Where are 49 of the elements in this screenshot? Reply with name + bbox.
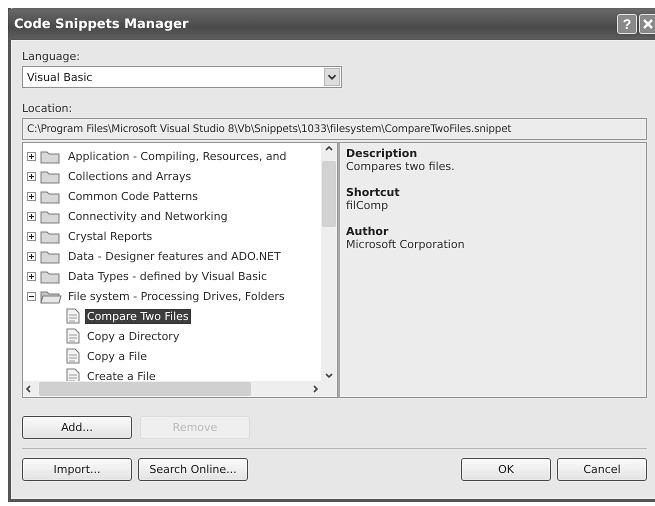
tree-item[interactable]: Copy a File bbox=[85, 348, 150, 364]
field-label: Location: bbox=[22, 102, 74, 115]
language-dropdown[interactable]: Visual Basic bbox=[22, 66, 342, 88]
folder-icon bbox=[40, 168, 62, 184]
window-title: Code Snippets Manager bbox=[14, 16, 190, 32]
dialog-button[interactable]: Import... bbox=[22, 458, 132, 481]
tree-item[interactable]: Copy a Directory bbox=[85, 328, 182, 344]
document-icon bbox=[66, 348, 80, 364]
dialog-button[interactable]: Add... bbox=[22, 416, 132, 439]
close-icon bbox=[642, 18, 654, 30]
close-button[interactable] bbox=[639, 14, 655, 34]
tree-item[interactable]: Create a File bbox=[85, 368, 158, 381]
detail-value: filComp bbox=[346, 199, 390, 212]
folder-icon bbox=[40, 188, 62, 204]
location-field[interactable]: C:\Program Files\Microsoft Visual Studio 8\Vb\Snippets\1033\filesystem\CompareTwoFiles.snippet bbox=[22, 118, 647, 140]
tree-item[interactable]: File system - Processing Drives, Folders bbox=[66, 288, 287, 304]
detail-heading: Description bbox=[346, 147, 418, 160]
detail-value: Compares two files. bbox=[346, 160, 456, 173]
field-label: Language: bbox=[22, 50, 81, 63]
document-icon bbox=[66, 308, 80, 324]
dialog-button[interactable]: Search Online... bbox=[138, 458, 248, 481]
folder-icon bbox=[40, 248, 62, 264]
folder-icon bbox=[40, 208, 62, 224]
folder-icon bbox=[40, 228, 62, 244]
scroll-thumb[interactable] bbox=[39, 382, 251, 396]
dialog-button[interactable]: Cancel bbox=[557, 458, 647, 481]
vertical-scrollbar[interactable] bbox=[321, 143, 337, 381]
horizontal-scrollbar[interactable] bbox=[23, 381, 321, 397]
tree-item[interactable]: Data - Designer features and ADO.NET bbox=[66, 248, 283, 264]
folder-icon bbox=[40, 148, 62, 164]
detail-heading: Shortcut bbox=[346, 186, 401, 199]
dialog-button[interactable]: OK bbox=[461, 458, 551, 481]
tree-item[interactable]: Compare Two Files bbox=[85, 308, 191, 324]
tree-item[interactable]: Common Code Patterns bbox=[66, 188, 200, 204]
tree-item[interactable]: Collections and Arrays bbox=[66, 168, 194, 184]
detail-heading: Author bbox=[346, 225, 390, 238]
detail-value: Microsoft Corporation bbox=[346, 238, 466, 251]
tree-item[interactable]: Data Types - defined by Visual Basic bbox=[66, 268, 270, 284]
document-icon bbox=[66, 328, 80, 344]
tree-item[interactable]: Connectivity and Networking bbox=[66, 208, 230, 224]
scroll-right-icon bbox=[311, 384, 321, 394]
scroll-left-icon bbox=[23, 384, 33, 394]
scroll-up-icon bbox=[324, 143, 334, 153]
folder-icon bbox=[40, 288, 62, 304]
tree-item[interactable]: Application - Compiling, Resources, and bbox=[66, 148, 289, 164]
folder-icon bbox=[40, 268, 62, 284]
scroll-down-icon bbox=[324, 371, 334, 381]
tree-item[interactable]: Crystal Reports bbox=[66, 228, 154, 244]
scroll-thumb[interactable] bbox=[322, 161, 336, 227]
